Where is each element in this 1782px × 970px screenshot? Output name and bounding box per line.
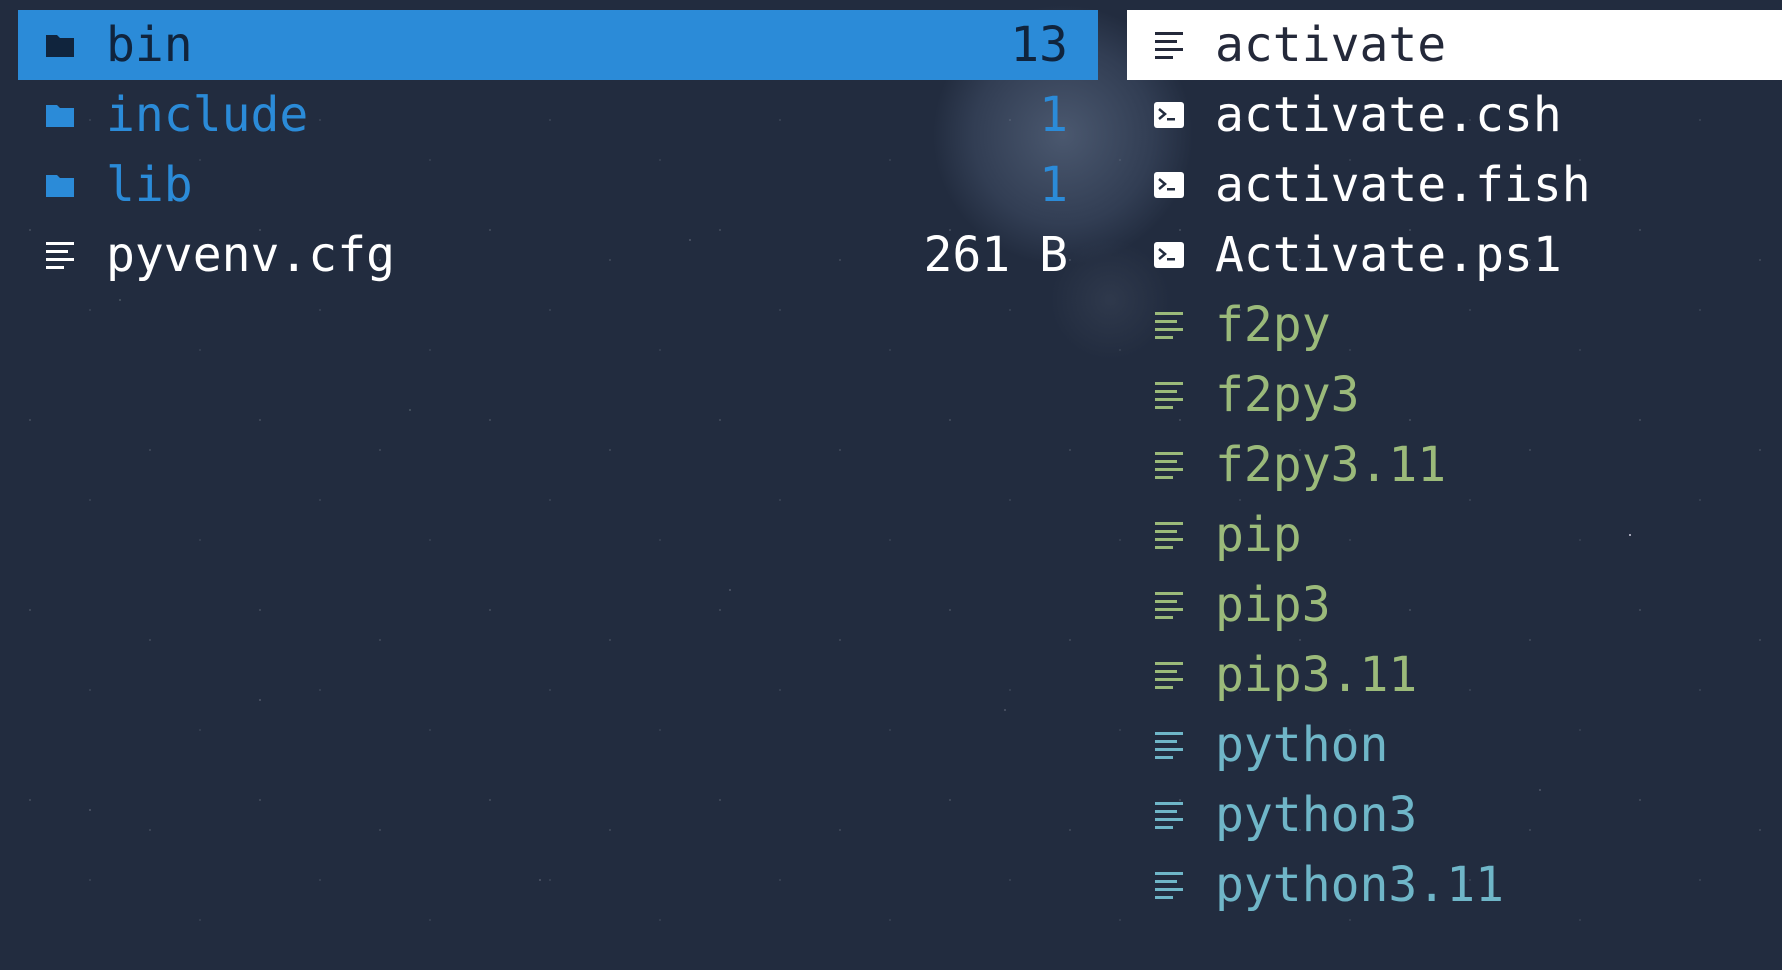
- list-item-label: include: [106, 87, 309, 143]
- list-item-label: pip: [1215, 507, 1302, 563]
- list-item-activate[interactable]: activate: [1127, 10, 1782, 80]
- text-file-icon: [1139, 799, 1199, 831]
- file-size: 261 B: [923, 227, 1069, 283]
- terminal-icon: [1139, 241, 1199, 269]
- item-count: 1: [1039, 87, 1068, 143]
- text-file-icon: [1139, 519, 1199, 551]
- list-item-label: f2py3: [1215, 367, 1360, 423]
- list-item-label: activate.fish: [1215, 157, 1591, 213]
- folder-icon: [30, 102, 90, 128]
- list-item-label: f2py3.11: [1215, 437, 1447, 493]
- list-item-f2py[interactable]: f2py: [1127, 290, 1782, 360]
- list-item-pip[interactable]: pip: [1127, 500, 1782, 570]
- text-file-icon: [1139, 869, 1199, 901]
- text-file-icon: [1139, 449, 1199, 481]
- terminal-icon: [1139, 101, 1199, 129]
- list-item-label: Activate.ps1: [1215, 227, 1562, 283]
- text-file-icon: [1139, 729, 1199, 761]
- list-item-python[interactable]: python: [1127, 710, 1782, 780]
- list-item-python3[interactable]: python3: [1127, 780, 1782, 850]
- terminal-icon: [1139, 171, 1199, 199]
- list-item-label: f2py: [1215, 297, 1331, 353]
- list-item-lib[interactable]: lib 1: [18, 150, 1098, 220]
- list-item-pip3[interactable]: pip3: [1127, 570, 1782, 640]
- list-item-label: python: [1215, 717, 1389, 773]
- list-item-bin[interactable]: bin 13: [18, 10, 1098, 80]
- list-item-label: bin: [106, 17, 193, 73]
- list-item-label: lib: [106, 157, 193, 213]
- list-item-activate-fish[interactable]: activate.fish: [1127, 150, 1782, 220]
- list-item-pip3-11[interactable]: pip3.11: [1127, 640, 1782, 710]
- list-item-f2py3-11[interactable]: f2py3.11: [1127, 430, 1782, 500]
- parent-directory-pane: bin 13 include 1 lib 1 pyvenv.cfg 261 B: [18, 10, 1098, 290]
- list-item-label: pip3: [1215, 577, 1331, 633]
- text-file-icon: [1139, 659, 1199, 691]
- list-item-label: python3: [1215, 787, 1418, 843]
- text-file-icon: [1139, 589, 1199, 621]
- text-file-icon: [1139, 309, 1199, 341]
- list-item-label: python3.11: [1215, 857, 1504, 913]
- list-item-pyvenv-cfg[interactable]: pyvenv.cfg 261 B: [18, 220, 1098, 290]
- list-item-python3-11[interactable]: python3.11: [1127, 850, 1782, 920]
- list-item-f2py3[interactable]: f2py3: [1127, 360, 1782, 430]
- list-item-label: activate.csh: [1215, 87, 1562, 143]
- list-item-label: pip3.11: [1215, 647, 1418, 703]
- list-item-activate-ps1[interactable]: Activate.ps1: [1127, 220, 1782, 290]
- list-item-activate-csh[interactable]: activate.csh: [1127, 80, 1782, 150]
- list-item-include[interactable]: include 1: [18, 80, 1098, 150]
- preview-pane: activate activate.csh activate.fish Acti…: [1127, 10, 1782, 920]
- folder-icon: [30, 172, 90, 198]
- item-count: 13: [1010, 17, 1068, 73]
- text-file-icon: [1139, 379, 1199, 411]
- text-file-icon: [30, 239, 90, 271]
- folder-icon: [30, 32, 90, 58]
- text-file-icon: [1139, 29, 1199, 61]
- item-count: 1: [1039, 157, 1068, 213]
- list-item-label: activate: [1215, 17, 1447, 73]
